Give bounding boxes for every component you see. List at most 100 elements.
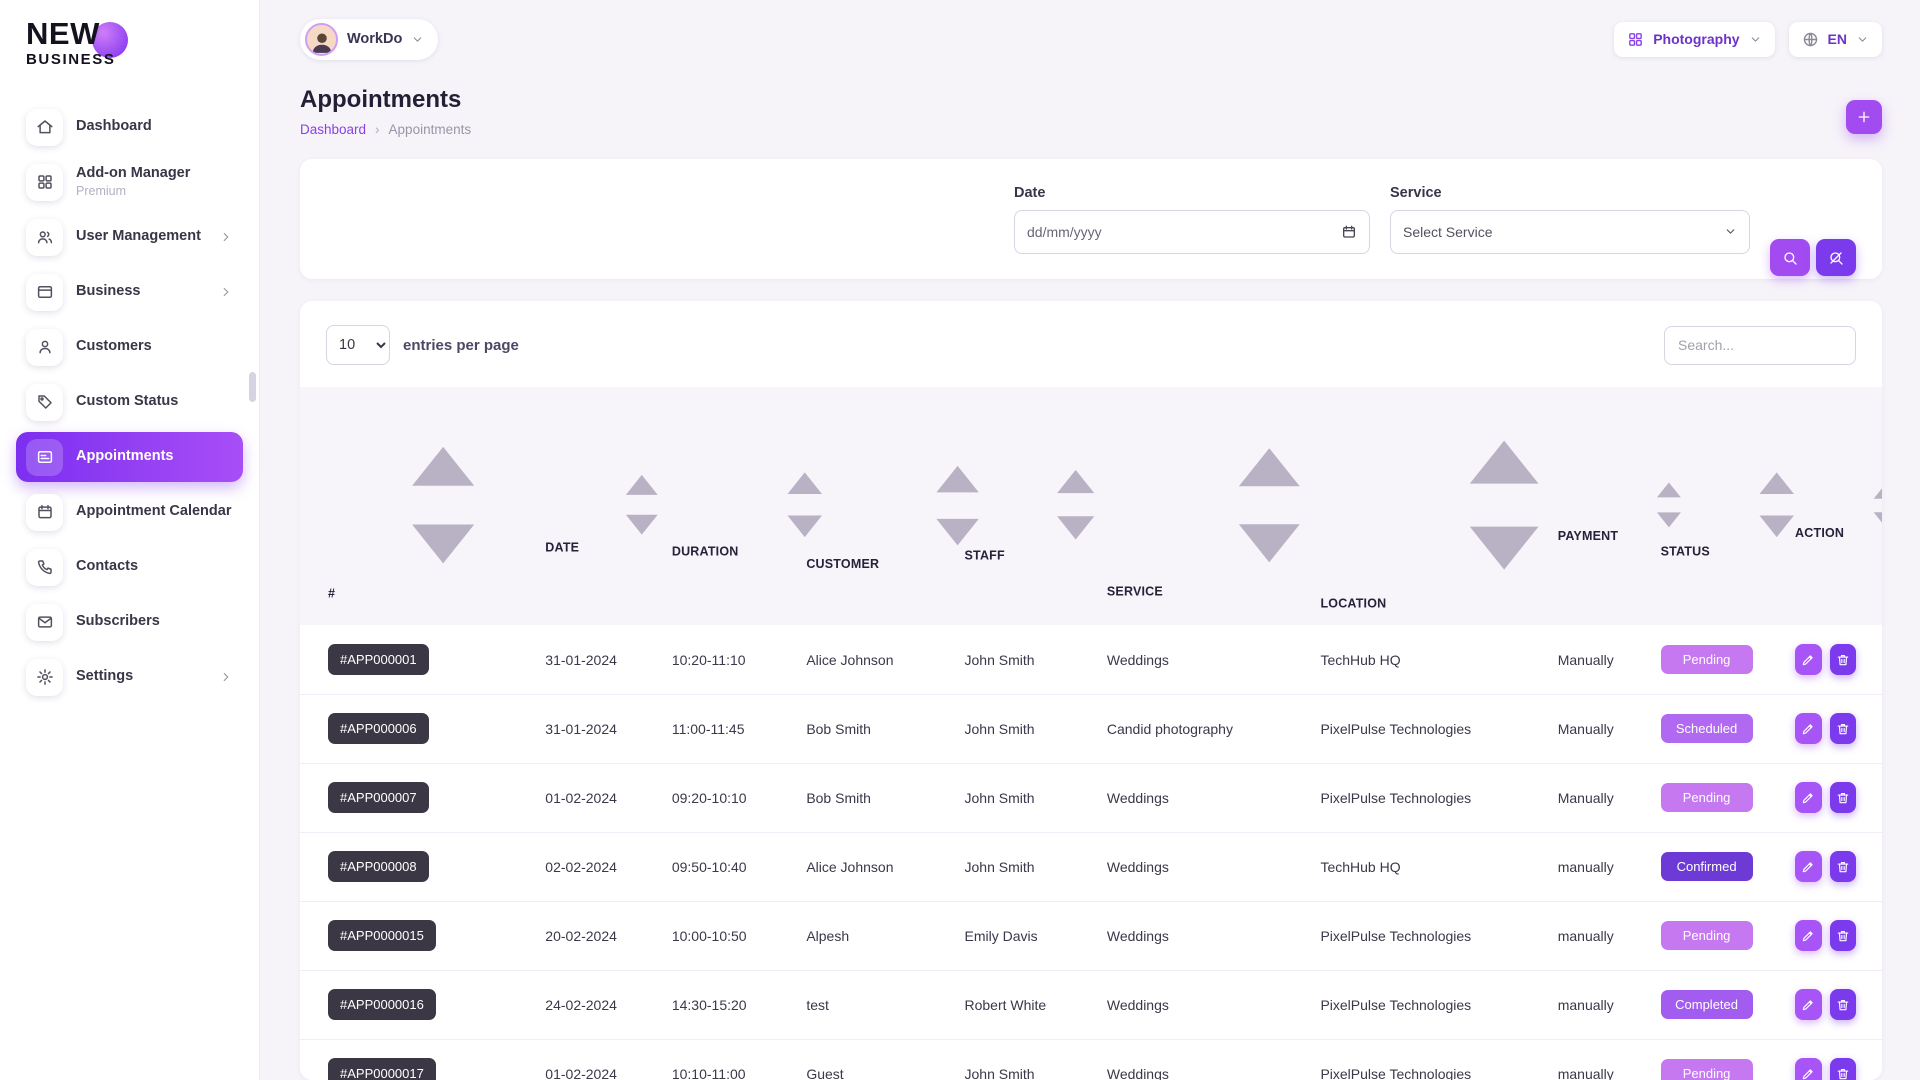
edit-button[interactable] xyxy=(1795,920,1821,951)
table-header-row: #DATEDURATIONCUSTOMERSTAFFSERVICELOCATIO… xyxy=(300,387,1882,625)
delete-button[interactable] xyxy=(1830,1058,1856,1080)
sidebar-item-add-on-manager[interactable]: Add-on Manager Premium xyxy=(16,157,243,207)
cell-service: Weddings xyxy=(1099,901,1313,970)
delete-button[interactable] xyxy=(1830,989,1856,1020)
gear-icon xyxy=(26,659,63,696)
edit-button[interactable] xyxy=(1795,782,1821,813)
chevron-right-icon xyxy=(219,230,233,244)
logo-line2: BUSINESS xyxy=(26,51,243,68)
column-header-date[interactable]: DATE xyxy=(537,387,664,625)
column-header-staff[interactable]: STAFF xyxy=(957,387,1099,625)
sidebar-item-customers[interactable]: Customers xyxy=(16,322,243,372)
search-icon xyxy=(1782,250,1798,266)
cell-service: Candid photography xyxy=(1099,694,1313,763)
entries-per-page-label: entries per page xyxy=(403,337,519,354)
appointment-id-badge: #APP0000016 xyxy=(328,989,436,1020)
cell-service: Weddings xyxy=(1099,625,1313,694)
cell-staff: John Smith xyxy=(957,1039,1099,1080)
cell-staff: Robert White xyxy=(957,970,1099,1039)
sidebar-item-subscribers[interactable]: Subscribers xyxy=(16,597,243,647)
sidebar-scrollbar[interactable] xyxy=(249,372,256,402)
category-dropdown[interactable]: Photography xyxy=(1614,22,1774,57)
trash-icon xyxy=(1836,791,1850,805)
row-actions xyxy=(1795,1058,1874,1080)
language-dropdown[interactable]: EN xyxy=(1789,22,1882,57)
table-toolbar: 10 entries per page xyxy=(300,325,1882,365)
service-select[interactable]: Select Service xyxy=(1390,210,1750,254)
cell-date: 31-01-2024 xyxy=(537,694,664,763)
cell-staff: John Smith xyxy=(957,763,1099,832)
table-row: #APP0000015 20-02-2024 10:00-10:50 Alpes… xyxy=(300,901,1882,970)
sort-icon[interactable] xyxy=(1852,473,1882,538)
sidebar-item-appointments[interactable]: Appointments xyxy=(16,432,243,482)
chevron-down-icon xyxy=(1856,33,1869,46)
users-icon xyxy=(26,219,63,256)
calendar-icon xyxy=(26,494,63,531)
column-header-[interactable]: # xyxy=(300,387,537,625)
edit-button[interactable] xyxy=(1795,989,1821,1020)
cell-date: 02-02-2024 xyxy=(537,832,664,901)
cell-staff: John Smith xyxy=(957,832,1099,901)
date-field: Date xyxy=(1014,185,1370,254)
reset-filter-button[interactable] xyxy=(1816,239,1856,276)
breadcrumb-current: Appointments xyxy=(389,122,472,137)
delete-button[interactable] xyxy=(1830,851,1856,882)
sidebar-item-custom-status[interactable]: Custom Status xyxy=(16,377,243,427)
cell-payment: Manually xyxy=(1550,694,1653,763)
cell-customer: Bob Smith xyxy=(798,694,956,763)
sidebar-item-user-management[interactable]: User Management xyxy=(16,212,243,262)
sidebar-item-appointment-calendar[interactable]: Appointment Calendar xyxy=(16,487,243,537)
delete-button[interactable] xyxy=(1830,644,1856,675)
column-header-status[interactable]: STATUS xyxy=(1653,387,1787,625)
cell-customer: Alice Johnson xyxy=(798,832,956,901)
phone-icon xyxy=(26,549,63,586)
delete-button[interactable] xyxy=(1830,782,1856,813)
sidebar-item-contacts[interactable]: Contacts xyxy=(16,542,243,592)
column-header-customer[interactable]: CUSTOMER xyxy=(798,387,956,625)
window-icon xyxy=(26,274,63,311)
trash-icon xyxy=(1836,860,1850,874)
sidebar-item-business[interactable]: Business xyxy=(16,267,243,317)
sidebar-item-settings[interactable]: Settings xyxy=(16,652,243,702)
edit-button[interactable] xyxy=(1795,851,1821,882)
pencil-icon xyxy=(1801,1067,1815,1080)
sidebar-item-dashboard[interactable]: Dashboard xyxy=(16,102,243,152)
table-body: #APP000001 31-01-2024 10:20-11:10 Alice … xyxy=(300,625,1882,1080)
row-actions xyxy=(1795,713,1874,744)
column-header-action[interactable]: ACTION xyxy=(1787,387,1882,625)
breadcrumb-dashboard-link[interactable]: Dashboard xyxy=(300,122,366,137)
appointment-id-badge: #APP000001 xyxy=(328,644,429,675)
tag-icon xyxy=(26,384,63,421)
delete-button[interactable] xyxy=(1830,920,1856,951)
status-badge: Pending xyxy=(1661,1059,1753,1080)
date-input[interactable] xyxy=(1027,224,1277,240)
pencil-icon xyxy=(1801,722,1815,736)
service-selected-value: Select Service xyxy=(1403,224,1492,240)
pencil-icon xyxy=(1801,929,1815,943)
brand-logo: NEW BUSINESS xyxy=(16,18,243,88)
cell-location: PixelPulse Technologies xyxy=(1312,1039,1549,1080)
edit-button[interactable] xyxy=(1795,644,1821,675)
status-badge: Confirmed xyxy=(1661,852,1753,881)
edit-button[interactable] xyxy=(1795,1058,1821,1080)
chevron-down-icon xyxy=(1749,33,1762,46)
edit-button[interactable] xyxy=(1795,713,1821,744)
column-header-service[interactable]: SERVICE xyxy=(1099,387,1313,625)
add-appointment-button[interactable] xyxy=(1846,100,1882,134)
sort-icon[interactable] xyxy=(350,412,536,598)
table-search-input[interactable] xyxy=(1664,326,1856,365)
column-header-duration[interactable]: DURATION xyxy=(664,387,798,625)
workspace-switcher[interactable]: WorkDo xyxy=(300,19,438,60)
entries-per-page-select[interactable]: 10 xyxy=(326,325,390,365)
cell-duration: 10:20-11:10 xyxy=(664,625,798,694)
mail-icon xyxy=(26,604,63,641)
table-row: #APP000007 01-02-2024 09:20-10:10 Bob Sm… xyxy=(300,763,1882,832)
apply-filter-button[interactable] xyxy=(1770,239,1810,276)
appointment-id-badge: #APP000006 xyxy=(328,713,429,744)
cell-payment: manually xyxy=(1550,1039,1653,1080)
delete-button[interactable] xyxy=(1830,713,1856,744)
calendar-icon[interactable] xyxy=(1341,224,1357,240)
status-badge: Pending xyxy=(1661,783,1753,812)
column-header-location[interactable]: LOCATION xyxy=(1312,387,1549,625)
card-icon xyxy=(26,439,63,476)
